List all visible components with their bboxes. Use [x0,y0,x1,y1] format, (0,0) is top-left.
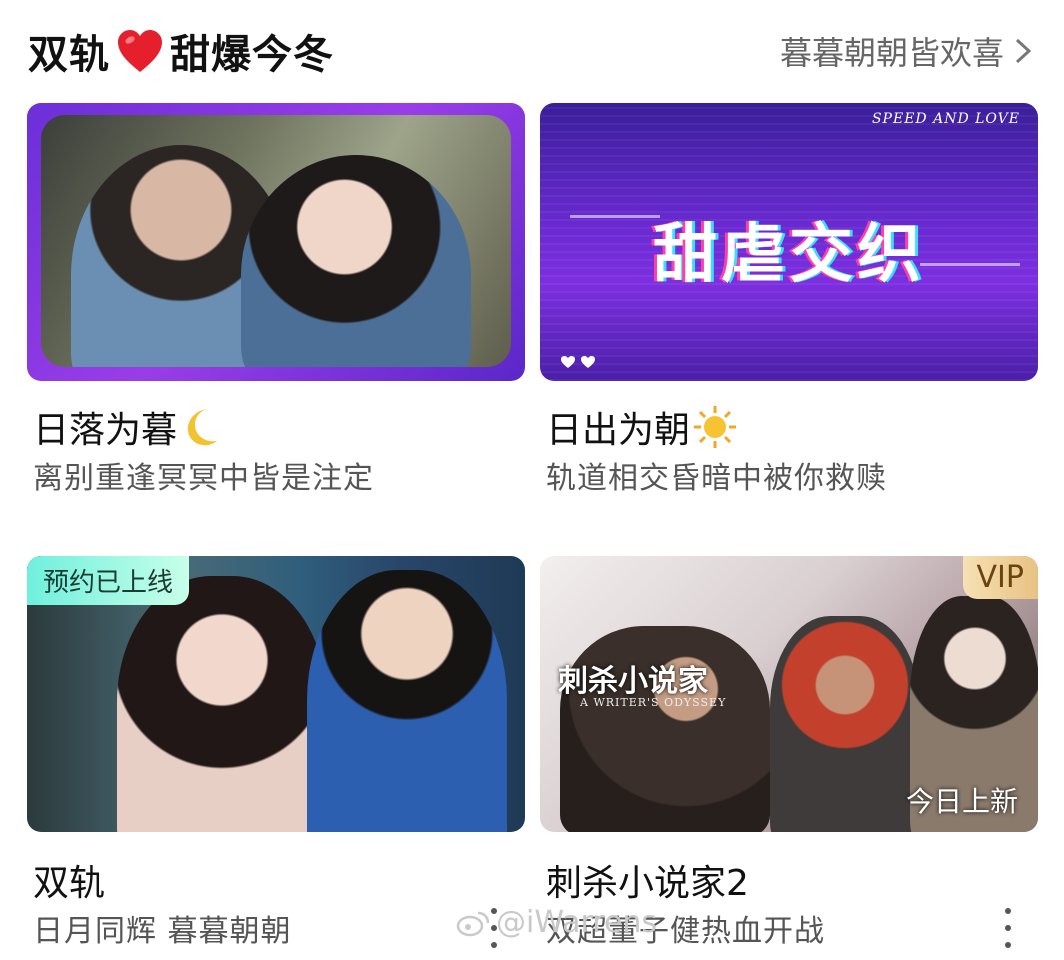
reservation-badge: 预约已上线 [27,556,190,605]
watermark: @iWarrens [456,905,657,940]
card-title-text: 日出为朝 [546,410,691,451]
chevron-right-icon [1015,38,1032,64]
heart-emoji-icon [118,30,162,72]
card-subtitle: 轨道相交昏暗中被你救赎 [546,461,887,496]
card-subtitle: 日月同辉 暮暮朝朝 [33,914,292,949]
sun-icon [694,406,737,448]
actress-figure [117,576,327,832]
section-title-right: 甜爆今冬 [170,32,334,78]
card-title: 日出为朝 [546,401,738,453]
card-thumbnail[interactable] [27,103,525,381]
actress-figure [241,155,471,367]
warrior-figure [770,616,920,832]
vip-badge: VIP [962,556,1038,599]
card-thumbnail[interactable]: 预约已上线 [27,556,525,832]
section-more-link[interactable]: 暮暮朝朝皆欢喜 [780,28,1032,74]
drama-still-image [41,115,511,367]
heart-icon [581,356,595,368]
card-thumbnail[interactable]: 刺杀小说家 A WRITER'S ODYSSEY VIP 今日上新 [540,556,1038,832]
more-options-button[interactable] [996,908,1020,948]
section-header: 双轨 甜爆今冬 暮暮朝朝皆欢喜 [0,0,1064,100]
watermark-text: @iWarrens [496,905,658,940]
card-title: 日落为暮 [33,401,223,453]
section-title-left: 双轨 [28,32,110,78]
card-thumbnail[interactable]: SPEED AND LOVE 甜虐交织 [540,103,1038,381]
card-title: 双轨 [33,863,106,904]
section-more-label: 暮暮朝朝皆欢喜 [779,34,1004,72]
poster-logo-subtitle: A WRITER'S ODYSSEY [580,696,727,709]
weibo-icon [456,911,490,936]
card-title-text: 日落为暮 [33,410,178,451]
heart-icon [561,356,575,368]
crescent-moon-icon [187,409,218,446]
poster-title-text: 甜虐交织 [653,218,925,292]
poster-script-text: SPEED AND LOVE [871,111,1020,127]
actor-figure [307,570,507,832]
card-subtitle: 离别重逢冥冥中皆是注定 [33,461,374,496]
poster-logo: 刺杀小说家 [558,664,708,699]
hearts-decoration [560,355,596,369]
new-today-label: 今日上新 [905,785,1018,818]
card-title: 刺杀小说家2 [546,863,749,904]
section-title: 双轨 甜爆今冬 [28,22,334,80]
